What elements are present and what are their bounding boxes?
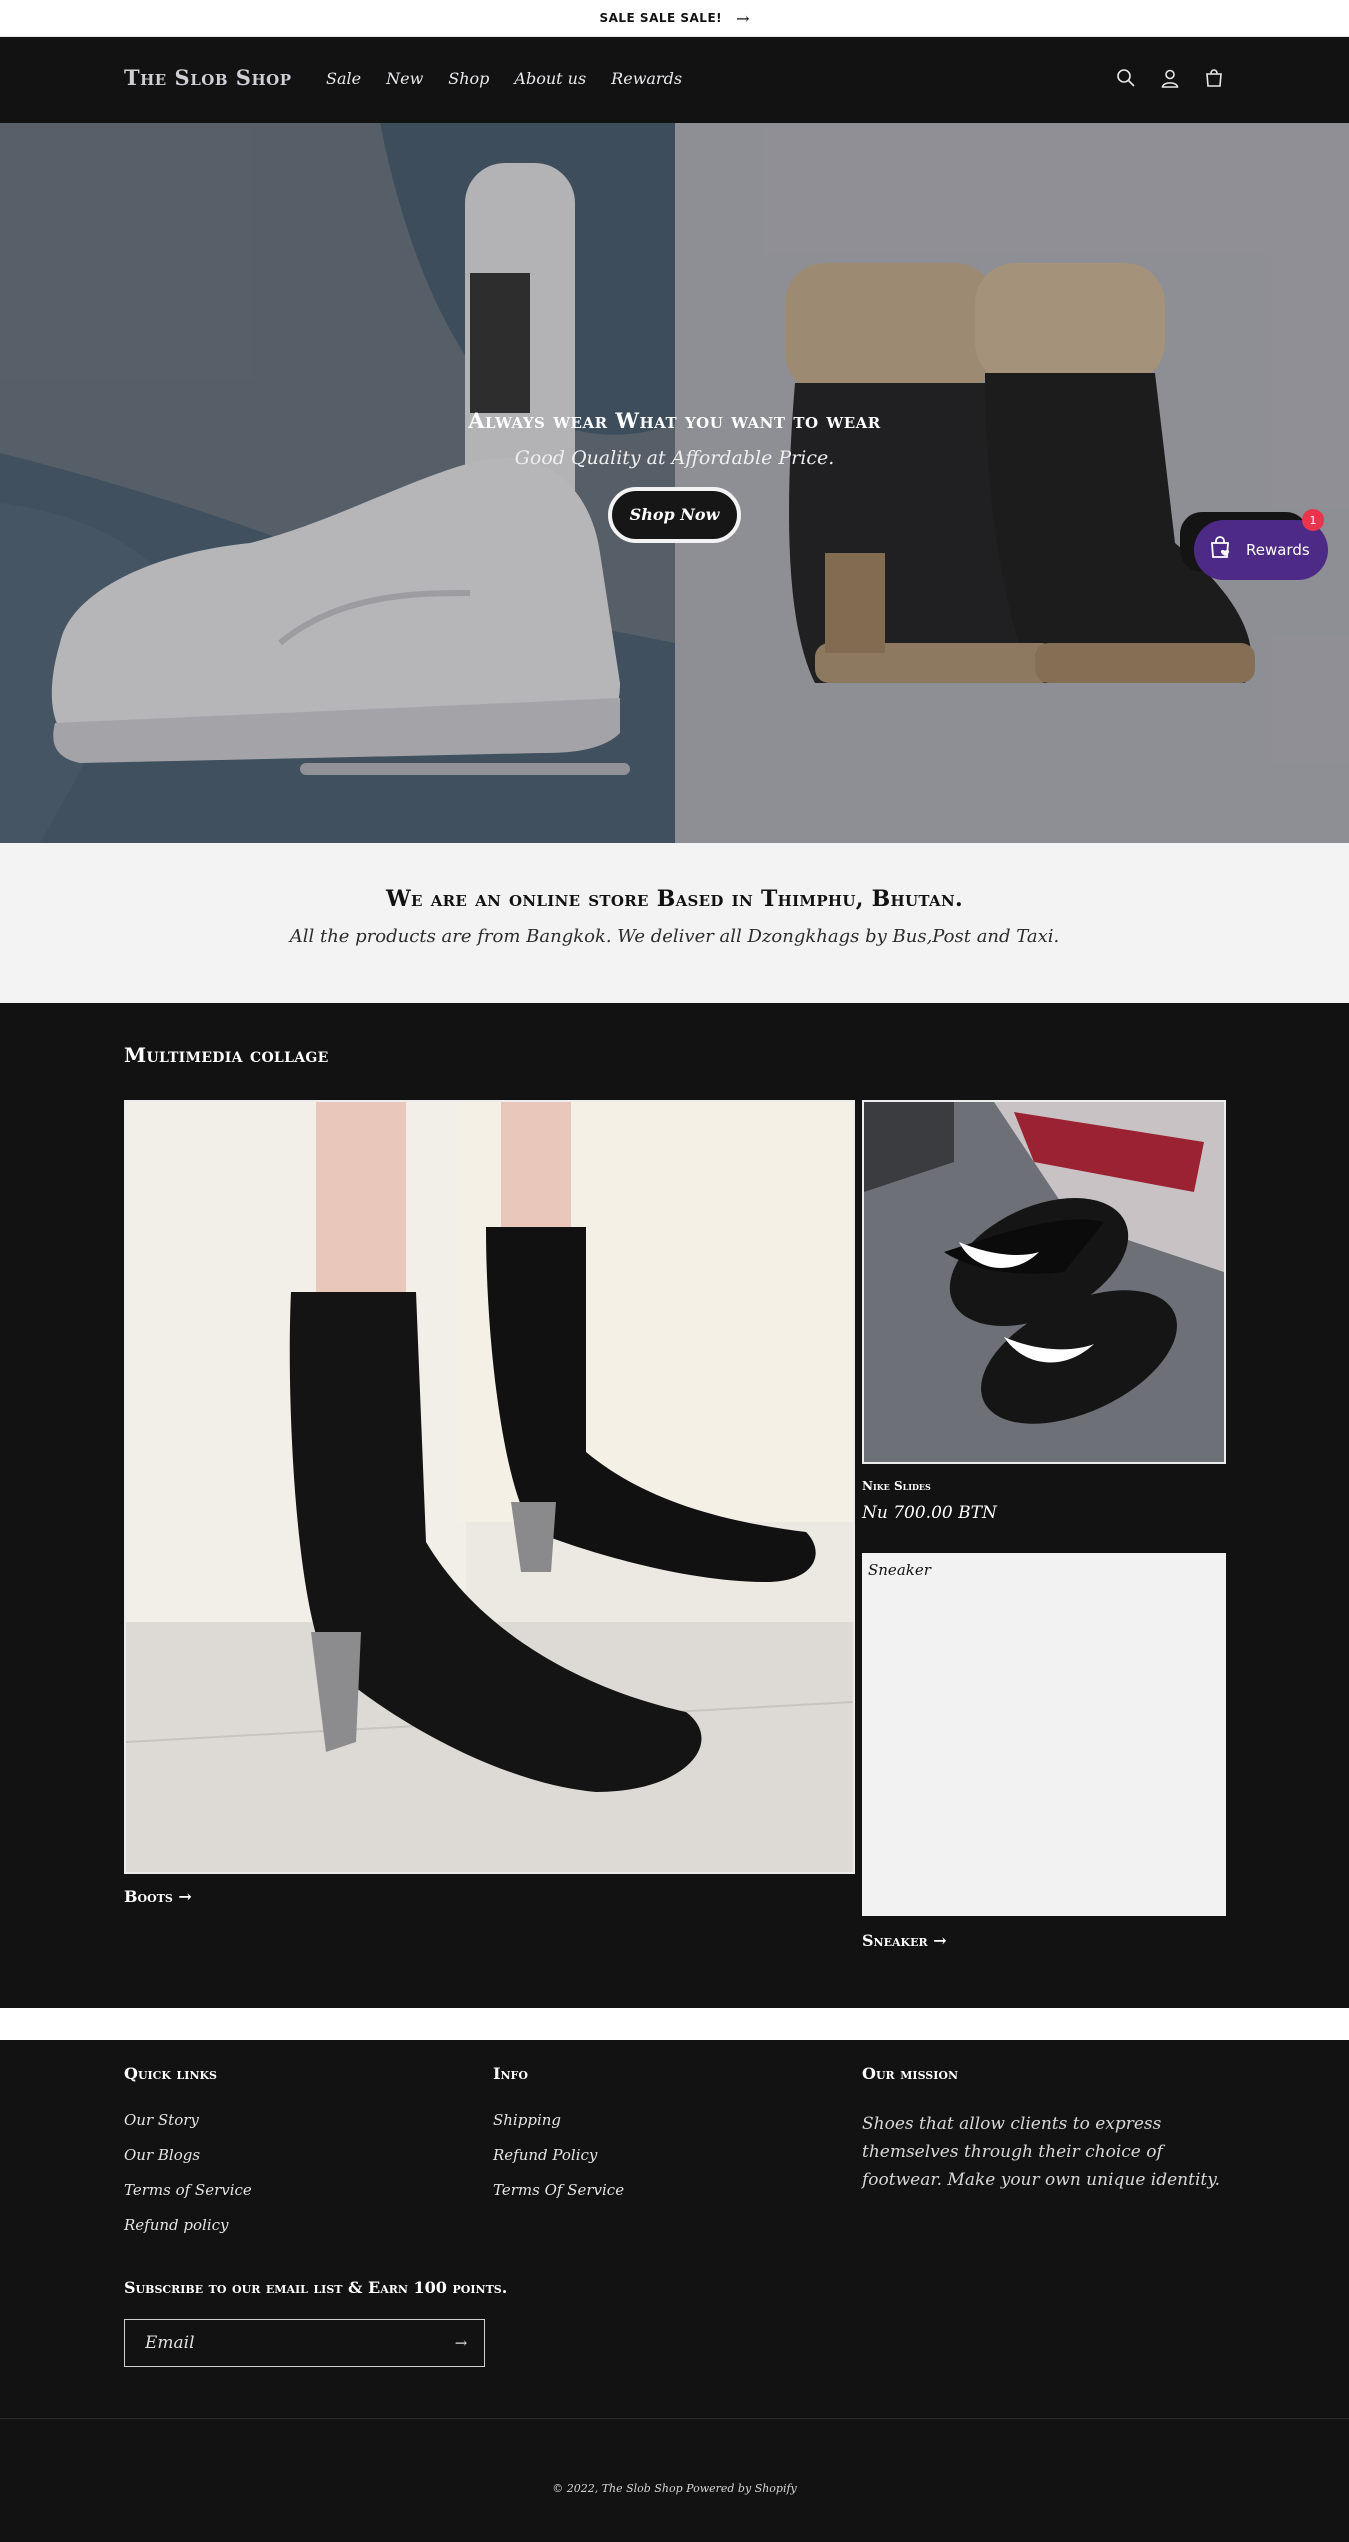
sneaker-card-label: Sneaker [868,1561,931,1579]
nav-rewards[interactable]: Rewards [611,69,682,88]
nav-about-us[interactable]: About us [514,69,586,88]
quick-links-title: Quick links [124,2064,218,2083]
search-icon[interactable] [1115,65,1137,91]
arrow-right-icon[interactable]: → [438,2320,484,2366]
info-list: Shipping Refund Policy Terms Of Service [493,2111,624,2216]
footer-link-shipping[interactable]: Shipping [493,2111,624,2146]
cart-icon[interactable] [1203,65,1225,91]
sneaker-link[interactable]: Sneaker → [862,1931,947,1950]
footer-link-our-story[interactable]: Our Story [124,2111,252,2146]
footer-link-our-blogs[interactable]: Our Blogs [124,2146,252,2181]
nike-slides-image[interactable] [862,1100,1226,1464]
arrow-right-icon: → [178,1887,192,1906]
boots-link-label: Boots [124,1887,173,1906]
announcement-bar[interactable]: SALE SALE SALE! → [0,0,1349,37]
section-spacer [0,2008,1349,2040]
footer-link-terms-of-service[interactable]: Terms of Service [124,2181,252,2216]
multimedia-collage: Multimedia collage Boots → Nike Slides N… [0,1003,1349,2008]
footer-link-refund-policy-info[interactable]: Refund Policy [493,2146,624,2181]
hero-content: Always wear What you want to wear Good Q… [0,408,1349,543]
mission-title: Our mission [862,2064,958,2083]
sneaker-card[interactable]: Sneaker [862,1553,1226,1916]
nav-shop[interactable]: Shop [448,69,489,88]
intro-section: We are an online store Based in Thimphu,… [0,843,1349,1003]
quick-links-list: Our Story Our Blogs Terms of Service Ref… [124,2111,252,2251]
shop-now-button[interactable]: Shop Now [608,487,741,543]
footer-link-terms-of-service-info[interactable]: Terms Of Service [493,2181,624,2216]
announcement-text[interactable]: SALE SALE SALE! [599,11,722,25]
rewards-label: Rewards [1246,541,1310,559]
footer-link-refund-policy[interactable]: Refund policy [124,2216,252,2251]
info-title: Info [493,2064,528,2083]
arrow-right-icon: → [736,8,750,28]
footer-divider [0,2418,1349,2419]
hero-title: Always wear What you want to wear [468,408,881,433]
email-subscribe-form: → [124,2319,485,2367]
intro-text: All the products are from Bangkok. We de… [289,926,1060,947]
rewards-bag-icon [1208,535,1234,565]
account-icon[interactable] [1159,65,1181,91]
header-icons [1115,65,1225,91]
copyright: © 2022, The Slob Shop Powered by Shopify [552,2482,797,2495]
hero-banner: Always wear What you want to wear Good Q… [0,123,1349,843]
nav-sale[interactable]: Sale [326,69,361,88]
rewards-badge: 1 [1302,509,1324,531]
nav-new[interactable]: New [386,69,423,88]
site-footer: Quick links Our Story Our Blogs Terms of… [0,2040,1349,2542]
site-header: The Slob Shop Sale New Shop About us Rew… [0,37,1349,123]
sneaker-link-label: Sneaker [862,1931,928,1950]
hero-subtitle: Good Quality at Affordable Price. [514,447,835,469]
intro-title: We are an online store Based in Thimphu,… [386,886,963,912]
site-logo[interactable]: The Slob Shop [124,65,292,90]
collage-title: Multimedia collage [124,1043,329,1067]
product-name[interactable]: Nike Slides [862,1479,931,1493]
main-nav: Sale New Shop About us Rewards [326,69,682,88]
product-price: Nu 700.00 BTN [862,1503,997,1523]
subscribe-title: Subscribe to our email list & Earn 100 p… [124,2278,508,2297]
email-field[interactable] [125,2320,438,2366]
arrow-right-icon: → [933,1931,947,1950]
boots-link[interactable]: Boots → [124,1887,192,1906]
mission-text: Shoes that allow clients to express them… [862,2114,1220,2190]
boots-image[interactable] [124,1100,855,1874]
